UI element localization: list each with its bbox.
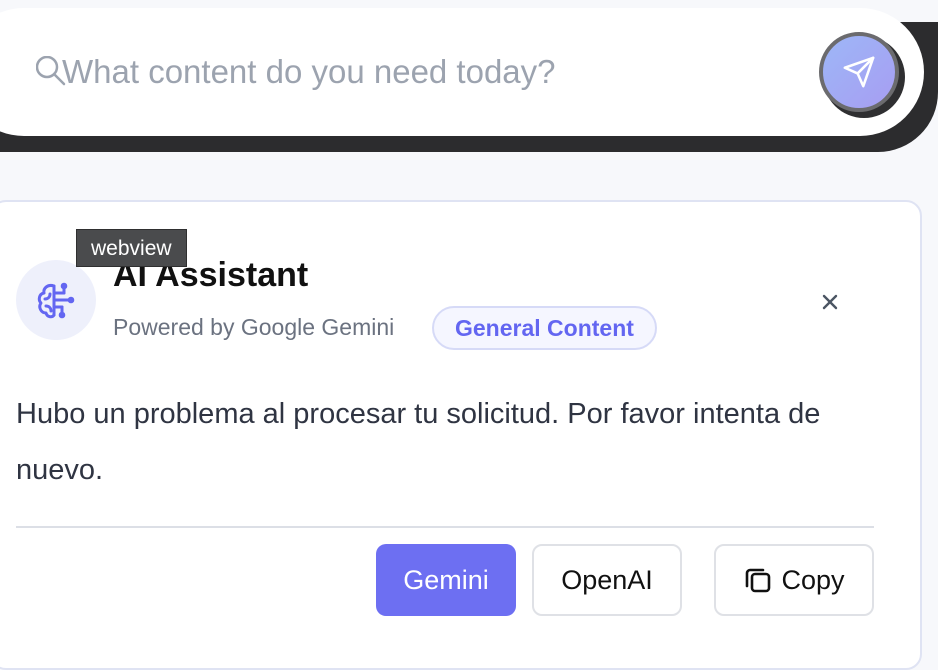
close-button[interactable] xyxy=(816,288,844,316)
close-icon xyxy=(822,294,838,310)
webview-tooltip: webview xyxy=(76,229,187,267)
copy-button[interactable]: Copy xyxy=(714,544,874,616)
gemini-button[interactable]: Gemini xyxy=(376,544,516,616)
copy-icon xyxy=(746,568,771,593)
assistant-avatar xyxy=(16,260,96,340)
send-icon xyxy=(843,56,875,88)
gemini-button-label: Gemini xyxy=(403,564,489,595)
openai-button-label: OpenAI xyxy=(561,564,653,595)
card-divider xyxy=(16,526,874,528)
brain-icon xyxy=(37,282,75,319)
content-type-badge: General Content xyxy=(432,306,657,350)
openai-button[interactable]: OpenAI xyxy=(532,544,682,616)
powered-by-label: Powered by Google Gemini xyxy=(113,314,395,340)
assistant-message: Hubo un problema al procesar tu solicitu… xyxy=(16,398,821,486)
search-input[interactable] xyxy=(62,44,782,100)
send-button[interactable] xyxy=(819,32,899,112)
copy-button-label: Copy xyxy=(781,564,845,595)
